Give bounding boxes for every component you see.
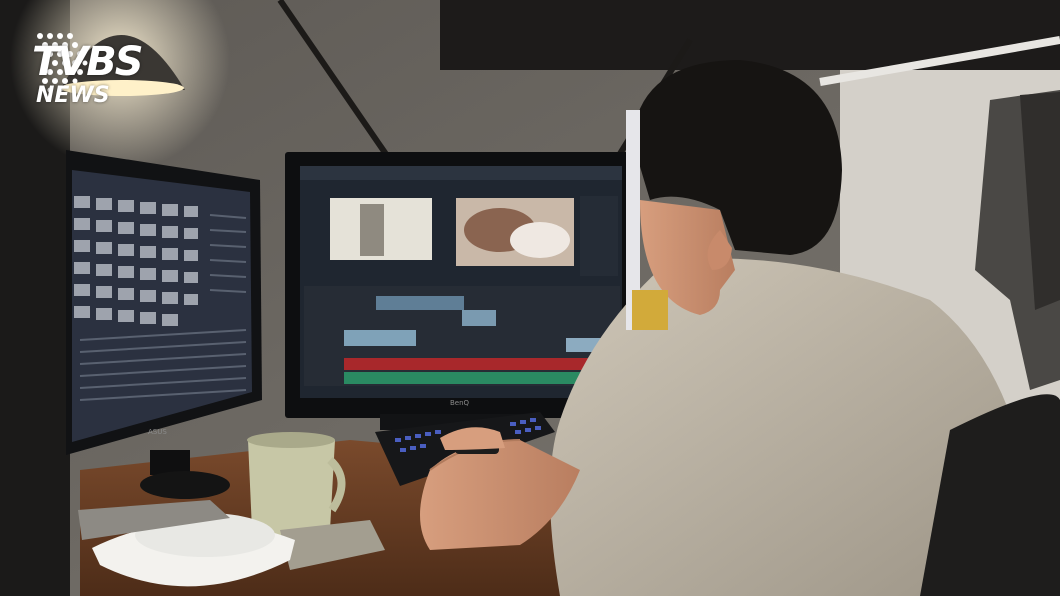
program-viewer-highlight bbox=[510, 222, 570, 258]
center-monitor-brand: BenQ bbox=[450, 399, 470, 407]
logo-main-text: TVBS bbox=[32, 39, 144, 85]
inspector-panel bbox=[580, 196, 618, 276]
mug-rim bbox=[247, 432, 335, 448]
left-monitor-brand: ASUS bbox=[148, 428, 167, 436]
timeline-clip-3 bbox=[344, 330, 416, 346]
left-monitor-base bbox=[140, 471, 230, 499]
editor-menubar bbox=[300, 166, 622, 180]
timeline-clip-1 bbox=[376, 296, 464, 310]
right-monitor-yellow bbox=[632, 290, 668, 330]
timeline-clip-2 bbox=[462, 310, 496, 326]
logo-sub-text: NEWS bbox=[36, 83, 110, 108]
timeline-red-track bbox=[344, 358, 614, 370]
tvbs-news-logo: TVBS NEWS bbox=[32, 28, 192, 112]
timeline-green-track bbox=[344, 372, 614, 384]
source-viewer-figure bbox=[360, 204, 384, 256]
photo-scene: ASUS BenQ TVBS NEWS bbox=[0, 0, 1060, 596]
